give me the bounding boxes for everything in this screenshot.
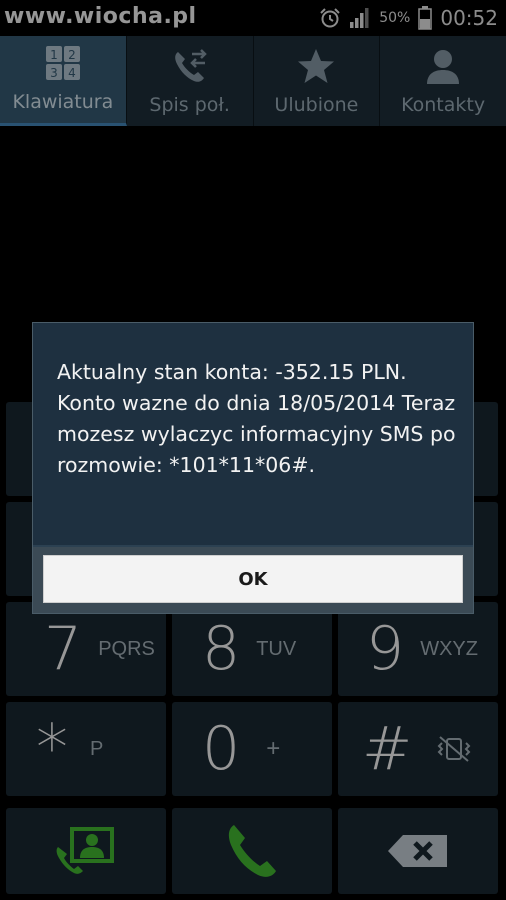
dialog-message: Aktualny stan konta: -352.15 PLN. Konto … (57, 360, 456, 477)
dialog-button-area: OK (33, 547, 473, 613)
ok-button[interactable]: OK (43, 555, 463, 603)
ussd-dialog: Aktualny stan konta: -352.15 PLN. Konto … (32, 322, 474, 614)
